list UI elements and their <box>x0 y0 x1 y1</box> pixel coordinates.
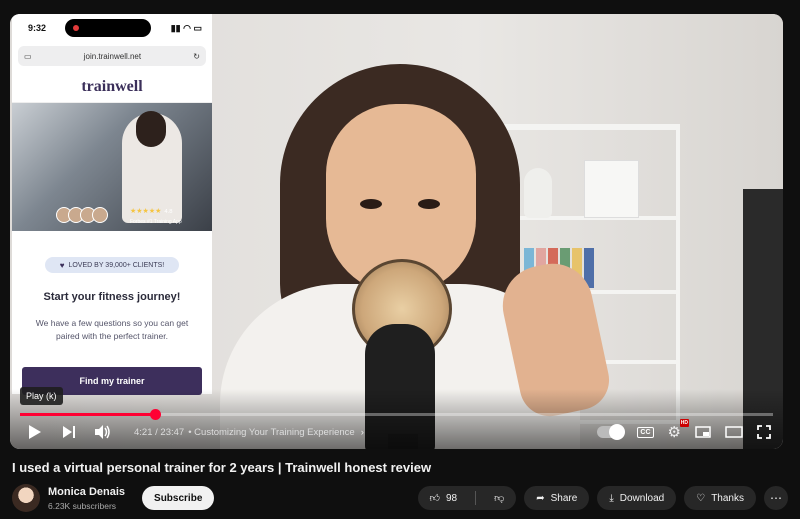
reload-icon: ↻ <box>193 51 200 61</box>
next-button[interactable] <box>56 421 82 443</box>
time-total: 23:47 <box>160 426 185 438</box>
rating: ★★★★★ 4.8 <box>130 207 173 215</box>
download-label: Download <box>619 492 665 504</box>
video-actions: 👍︎ 98 👎︎ ➦ Share ⤓ Download ♡ Thanks ⋯ <box>417 486 788 510</box>
share-icon: ➦ <box>536 492 545 504</box>
miniplayer-icon[interactable] <box>695 426 711 438</box>
chapter-title[interactable]: • Customizing Your Training Experience <box>188 427 355 438</box>
url-text: join.trainwell.net <box>83 51 142 61</box>
video-title: I used a virtual personal trainer for 2 … <box>12 460 432 475</box>
thumbs-up-icon: 👍︎ <box>429 493 440 504</box>
stars-icon: ★★★★★ <box>130 208 162 215</box>
progress-played <box>20 413 155 416</box>
phone-screen-overlay: 9:32 ▮▮ ◠ ▭ ▭ join.trainwell.net ↻ train… <box>12 14 212 395</box>
progress-bar[interactable] <box>20 409 773 420</box>
play-tooltip: Play (k) <box>20 387 63 405</box>
settings-button[interactable]: ⚙ HD <box>667 419 689 441</box>
thanks-label: Thanks <box>711 492 744 504</box>
like-button[interactable]: 👍︎ 98 <box>418 486 470 510</box>
clients-badge: ♥ LOVED BY 39,000+ CLIENTS! <box>45 257 179 273</box>
captions-button[interactable]: CC <box>637 426 654 438</box>
phone-clock: 9:32 <box>28 23 47 33</box>
hero-image: ★★★★★ 4.8 Forbes #1 Training App <box>12 103 212 231</box>
time-separator: / <box>155 426 158 438</box>
play-icon <box>29 425 41 439</box>
thanks-heart-dollar-icon: ♡ <box>696 492 706 504</box>
share-button[interactable]: ➦ Share <box>524 486 590 510</box>
time-current: 4:21 <box>134 426 153 438</box>
dislike-button[interactable]: 👎︎ <box>482 486 516 510</box>
browser-url-bar: ▭ join.trainwell.net ↻ <box>18 46 206 66</box>
like-dislike-group: 👍︎ 98 👎︎ <box>417 486 517 510</box>
subscribe-button[interactable]: Subscribe <box>142 486 215 510</box>
channel-info: Monica Denais 6.23K subscribers Subscrib… <box>12 484 215 512</box>
more-icon: ⋯ <box>770 491 782 505</box>
share-label: Share <box>550 492 578 504</box>
channel-name[interactable]: Monica Denais <box>48 486 125 498</box>
volume-button[interactable] <box>90 421 116 443</box>
time-display: 4:21 / 23:47 <box>134 427 184 438</box>
heart-icon: ♥ <box>59 260 65 270</box>
autoplay-toggle[interactable] <box>597 424 626 440</box>
scrubber-handle[interactable] <box>149 409 161 420</box>
player-controls: 4:21 / 23:47 • Customizing Your Training… <box>10 419 783 444</box>
tabs-icon: ▭ <box>24 51 32 61</box>
phone-headline: Start your fitness journey! <box>43 291 181 303</box>
download-button[interactable]: ⤓ Download <box>597 486 677 510</box>
fullscreen-icon[interactable] <box>757 425 771 439</box>
rating-value: 4.8 <box>164 209 173 215</box>
video-player[interactable]: 9:32 ▮▮ ◠ ▭ ▭ join.trainwell.net ↻ train… <box>10 14 783 449</box>
download-icon: ⤓ <box>609 492 614 504</box>
hd-badge: HD <box>679 419 689 427</box>
theater-mode-icon[interactable] <box>725 426 743 438</box>
channel-avatar[interactable] <box>12 484 40 512</box>
rating-source: Forbes #1 Training App <box>130 219 182 225</box>
thanks-button[interactable]: ♡ Thanks <box>684 486 756 510</box>
subscriber-count: 6.23K subscribers <box>48 500 117 511</box>
play-button[interactable] <box>22 421 48 443</box>
gear-icon: ⚙ <box>667 424 681 441</box>
dynamic-island <box>65 19 152 37</box>
phone-body-text: We have a few questions so you can get p… <box>35 318 189 341</box>
chevron-right-icon[interactable]: › <box>361 427 364 438</box>
signal-wifi-battery-icon: ▮▮ ◠ ▭ <box>170 22 202 33</box>
clients-badge-text: LOVED BY 39,000+ CLIENTS! <box>68 261 165 269</box>
volume-icon <box>95 425 110 439</box>
trainwell-logo: trainwell <box>12 70 212 103</box>
like-count: 98 <box>445 492 458 504</box>
more-actions-button[interactable]: ⋯ <box>764 486 788 510</box>
next-icon <box>63 426 75 438</box>
thumbs-down-icon: 👎︎ <box>494 493 505 504</box>
